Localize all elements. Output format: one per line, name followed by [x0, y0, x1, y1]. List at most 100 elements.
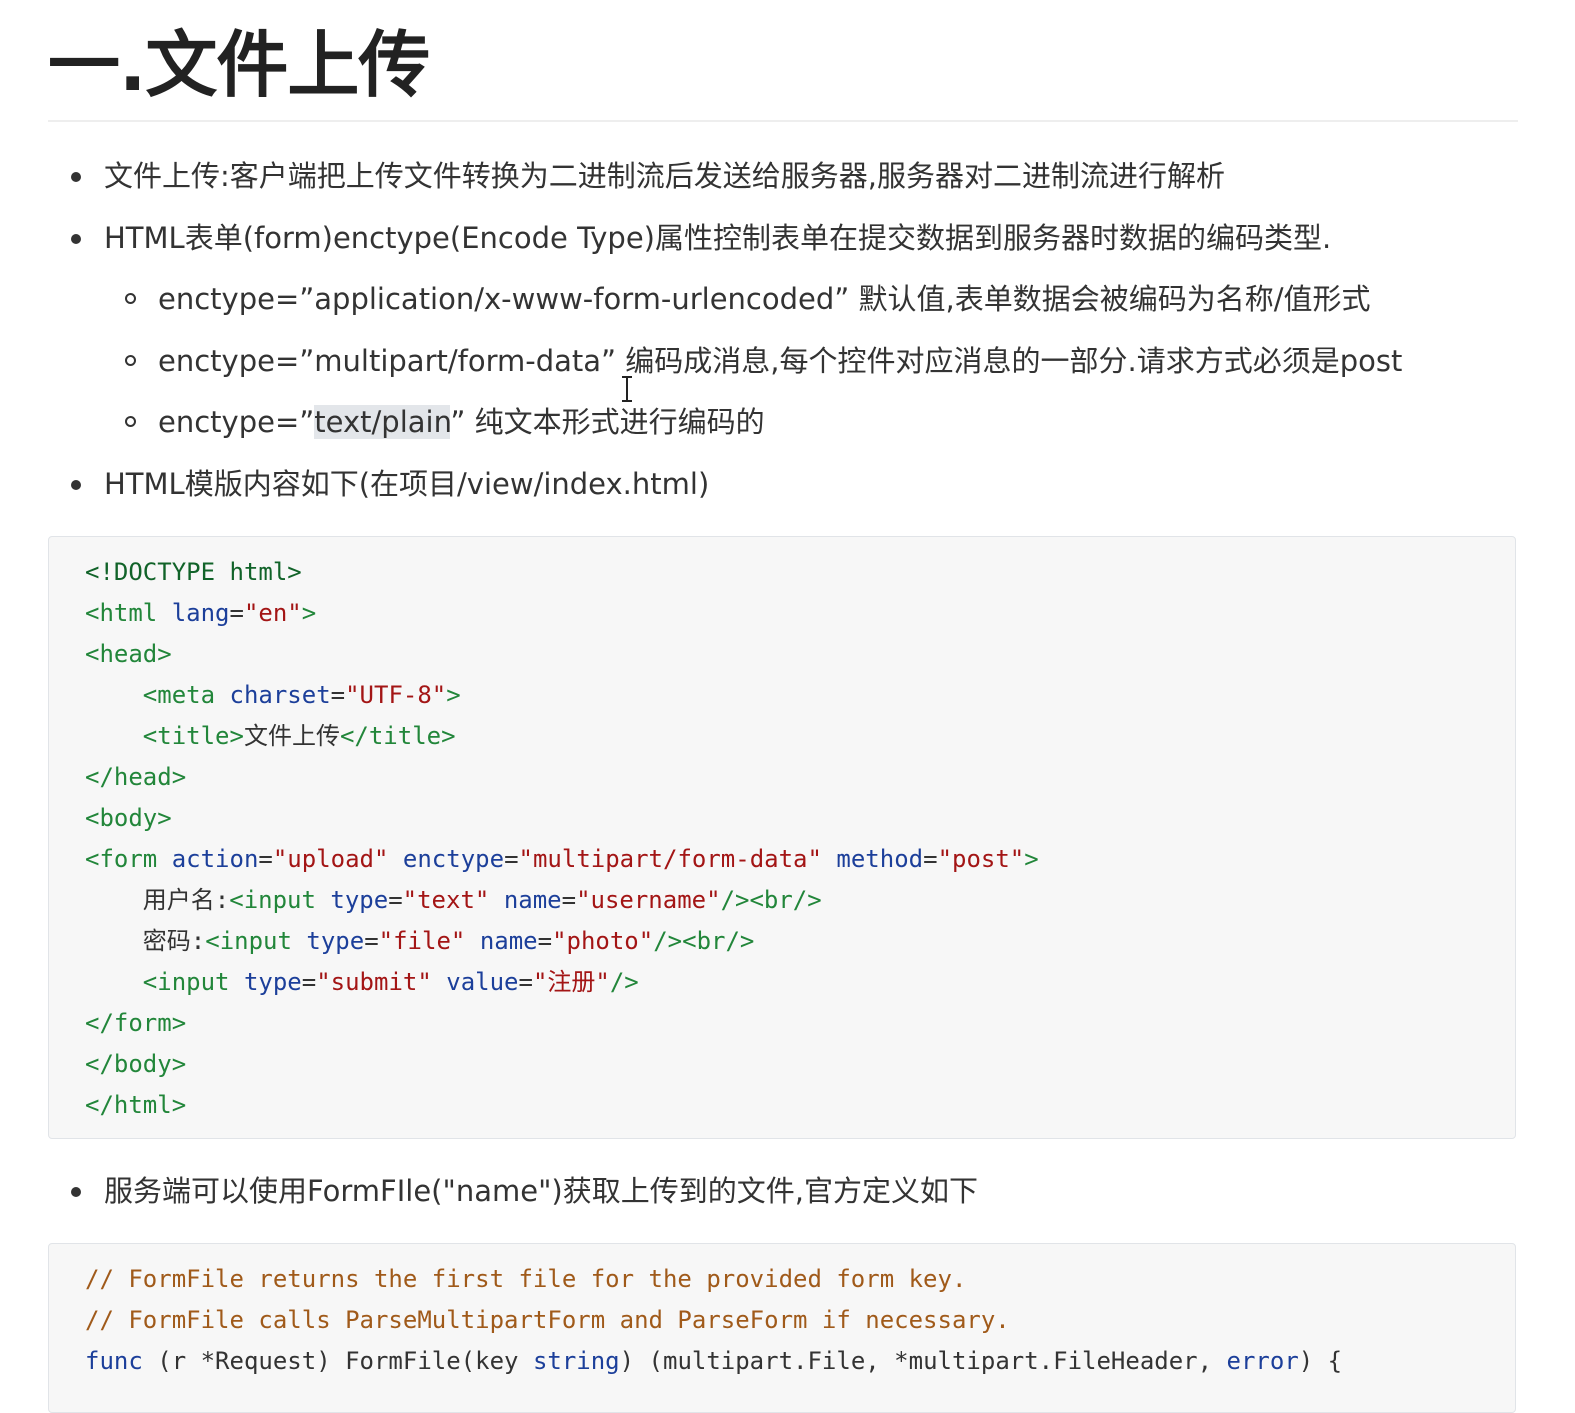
sub-item-text-prefix: enctype=” [158, 405, 315, 439]
code-type: string [532, 1347, 620, 1375]
code-line: <html lang="en"> [85, 593, 1515, 634]
code-text: 文件上传 [243, 722, 340, 750]
code-keyword: func [85, 1347, 143, 1375]
code-line: </form> [85, 1003, 1515, 1044]
doctype: <!DOCTYPE html> [85, 558, 302, 586]
code-line: </body> [85, 1044, 1515, 1085]
code-string: "UTF-8" [345, 681, 447, 709]
sub-list-item: enctype=”application/x-www-form-urlencod… [48, 279, 1575, 319]
code-text: 密码: [142, 927, 206, 955]
bullet-text: 服务端可以使用FormFIle("name")获取上传到的文件,官方定义如下 [104, 1174, 978, 1208]
code-text: ) { [1298, 1347, 1343, 1375]
code-attr: name [503, 886, 562, 914]
code-text: *Request [200, 1347, 317, 1375]
code-line: <!DOCTYPE html> [85, 552, 1515, 593]
code-tag: <body> [85, 804, 172, 832]
code-tag: <input [205, 927, 292, 955]
bullet-text: HTML表单(form)enctype(Encode Type)属性控制表单在提… [104, 221, 1332, 255]
code-tag: </body> [85, 1050, 187, 1078]
sub-item-text-suffix: ” 纯文本形式进行编码的 [450, 405, 765, 439]
code-tag: > [301, 599, 317, 627]
code-type: error [1226, 1347, 1299, 1375]
code-tag: /> [609, 968, 639, 996]
text-cursor-icon [622, 376, 632, 402]
list-item: 服务端可以使用FormFIle("name")获取上传到的文件,官方定义如下 [48, 1171, 1564, 1211]
page-title: 一.文件上传 [48, 0, 1518, 122]
code-line: <title>文件上传</title> [85, 716, 1515, 757]
code-string: "en" [243, 599, 302, 627]
code-text: ) FormFile(key [316, 1347, 533, 1375]
code-line: <input type="submit" value="注册"/> [142, 968, 639, 996]
sub-bullet-circle [125, 355, 136, 366]
code-eq: = [330, 681, 346, 709]
code-tag: <head> [85, 640, 172, 668]
sub-item-text: enctype=”multipart/form-data” 编码成消息,每个控件… [158, 344, 1403, 378]
code-tag: <html [85, 599, 158, 627]
list-item: 文件上传:客户端把上传文件转换为二进制流后发送给服务器,服务器对二进制流进行解析 [48, 156, 1564, 196]
code-attr: method [836, 845, 924, 873]
code-comment: // FormFile calls ParseMultipartForm and… [85, 1306, 1010, 1334]
code-tag: /><br/> [653, 927, 755, 955]
code-string: "upload" [272, 845, 389, 873]
code-string: "post" [937, 845, 1025, 873]
go-code-block[interactable]: // FormFile returns the first file for t… [48, 1243, 1516, 1413]
code-comment: // FormFile returns the first file for t… [85, 1265, 967, 1293]
code-line: func (r *Request) FormFile(key string) (… [85, 1341, 1515, 1382]
code-line: <body> [85, 798, 1515, 839]
code-tag: </title> [339, 722, 456, 750]
bullet-dot [71, 480, 81, 490]
code-text: 用户名: [142, 886, 230, 914]
code-line: <form action="upload" enctype="multipart… [85, 845, 1039, 873]
code-attr: type [306, 927, 365, 955]
code-string: "text" [402, 886, 490, 914]
code-tag: <title> [142, 722, 244, 750]
code-tag: </head> [85, 763, 187, 791]
code-attr: enctype [402, 845, 505, 873]
code-line: 用户名:<input type="text" name="username"/>… [142, 886, 822, 914]
code-string: "submit" [316, 968, 432, 996]
bullet-dot [71, 234, 81, 244]
code-eq: = [229, 599, 244, 627]
code-attr: value [446, 968, 519, 996]
code-line: <head> [85, 634, 1515, 675]
code-tag: <form [85, 845, 158, 873]
code-line: 密码:<input type="file" name="photo"/><br/… [142, 927, 755, 955]
code-line: // FormFile calls ParseMultipartForm and… [85, 1300, 1515, 1341]
code-tag: /><br/> [720, 886, 822, 914]
code-line: </head> [85, 757, 1515, 798]
code-string: "multipart/form-data" [518, 845, 822, 873]
sub-item-text: enctype=”application/x-www-form-urlencod… [158, 282, 1371, 316]
code-attr: charset [229, 681, 331, 709]
document-page: 一.文件上传 文件上传:客户端把上传文件转换为二进制流后发送给服务器,服务器对二… [48, 0, 1518, 1413]
html-code-block[interactable]: <!DOCTYPE html> <html lang="en"> <head> … [48, 536, 1516, 1139]
code-attr: action [171, 845, 259, 873]
code-attr: type [243, 968, 302, 996]
bullet-dot [71, 1187, 81, 1197]
list-item: HTML模版内容如下(在项目/view/index.html) [48, 464, 1564, 504]
selected-text-highlight[interactable]: text/plain [314, 405, 451, 439]
code-text: (r [142, 1347, 201, 1375]
sub-list-item: enctype=”multipart/form-data” 编码成消息,每个控件… [48, 341, 1575, 381]
code-attr: lang [171, 599, 230, 627]
sub-bullet-circle [125, 416, 136, 427]
code-string: "photo" [552, 927, 654, 955]
sub-bullet-circle [125, 293, 136, 304]
code-tag: </form> [85, 1009, 187, 1037]
code-tag: </html> [85, 1091, 187, 1119]
code-tag: > [1024, 845, 1039, 873]
code-tag: <input [229, 886, 316, 914]
code-tag: <meta [142, 681, 216, 709]
code-string: "username" [576, 886, 721, 914]
code-tag: > [446, 681, 461, 709]
code-string: "file" [378, 927, 466, 955]
code-line: <meta charset="UTF-8"> [85, 675, 1515, 716]
code-text: ) (multipart.File, *multipart.FileHeader… [619, 1347, 1227, 1375]
code-line: // FormFile returns the first file for t… [85, 1259, 1515, 1300]
code-line: </html> [85, 1085, 1515, 1126]
code-tag: <input [142, 968, 230, 996]
bullet-text: HTML模版内容如下(在项目/view/index.html) [104, 467, 710, 501]
list-item: HTML表单(form)enctype(Encode Type)属性控制表单在提… [48, 218, 1564, 258]
code-string: "注册" [532, 968, 610, 996]
sub-list-item: enctype=”text/plain” 纯文本形式进行编码的 [48, 402, 1575, 442]
code-attr: type [330, 886, 389, 914]
